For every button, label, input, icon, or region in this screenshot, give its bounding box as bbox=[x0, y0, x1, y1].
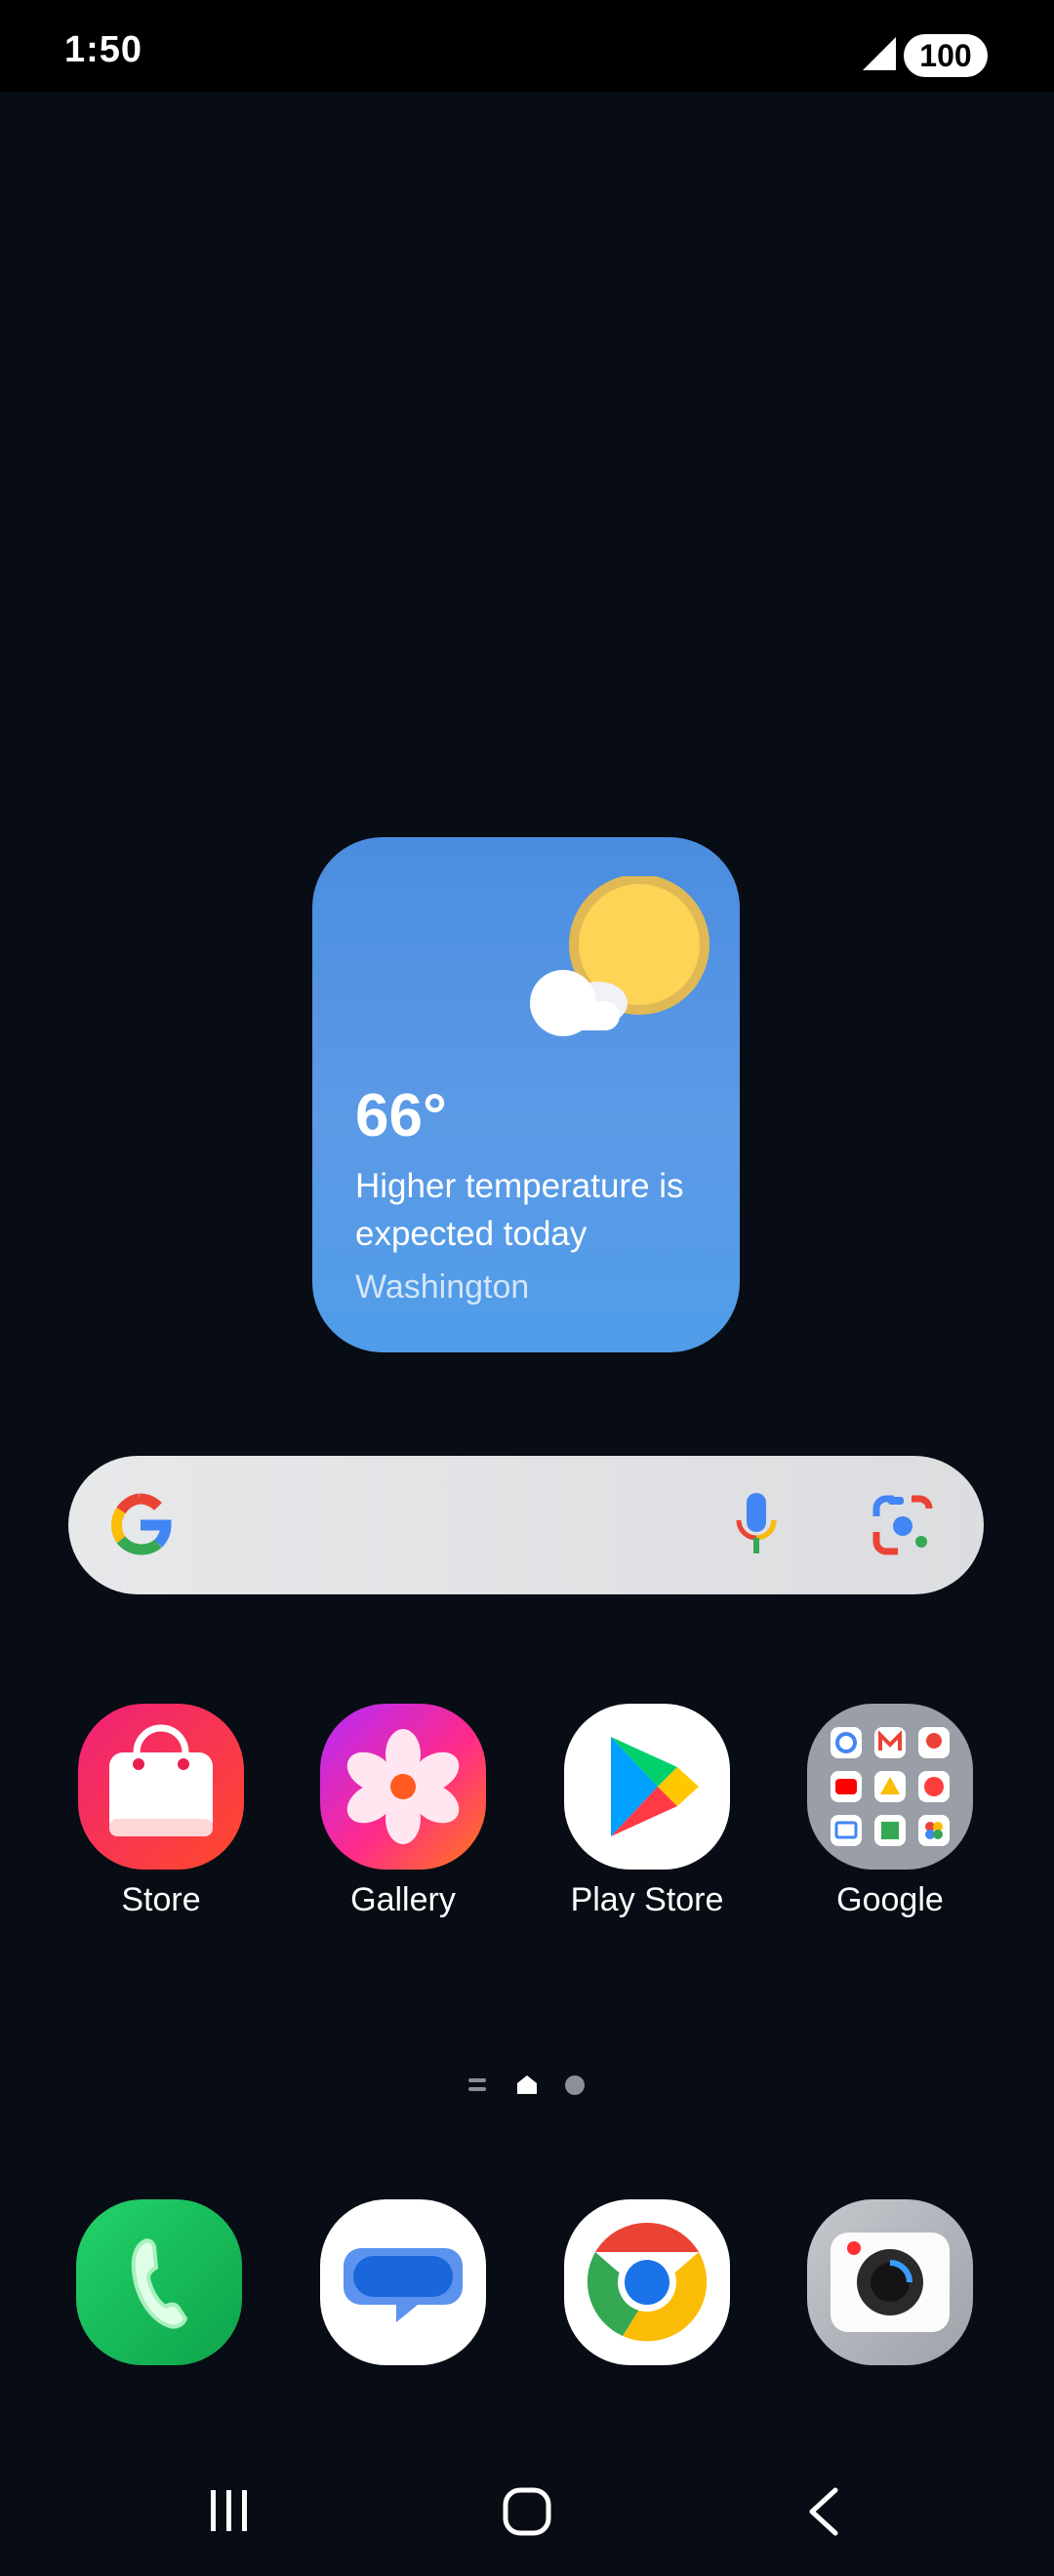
menu-page-icon[interactable] bbox=[468, 2078, 486, 2091]
chrome-icon bbox=[564, 2199, 730, 2365]
sun-cloud-icon bbox=[530, 876, 709, 1036]
play-store-icon bbox=[564, 1704, 730, 1870]
dock-chrome[interactable] bbox=[549, 2199, 745, 2365]
recents-button[interactable] bbox=[205, 2486, 254, 2535]
app-play-store[interactable]: Play Store bbox=[549, 1704, 745, 1919]
store-bag-icon bbox=[78, 1704, 244, 1870]
weather-widget[interactable]: 66° Higher temperature is expected today… bbox=[312, 837, 740, 1352]
dock-camera[interactable] bbox=[792, 2199, 988, 2365]
dock-messages[interactable] bbox=[305, 2199, 501, 2365]
signal-icon bbox=[863, 37, 896, 70]
weather-temperature: 66° bbox=[355, 1082, 447, 1149]
gallery-flower-icon bbox=[320, 1704, 486, 1870]
mic-icon[interactable] bbox=[735, 1491, 778, 1559]
lens-icon[interactable] bbox=[869, 1491, 937, 1559]
battery-icon: 100 bbox=[904, 34, 988, 77]
status-bar: 1:50 100 bbox=[0, 0, 1054, 92]
back-button[interactable] bbox=[800, 2484, 849, 2539]
google-logo-icon[interactable] bbox=[105, 1491, 174, 1559]
dock-phone[interactable] bbox=[61, 2199, 257, 2365]
app-label-gallery: Gallery bbox=[350, 1881, 456, 1918]
status-time: 1:50 bbox=[64, 29, 143, 70]
app-label-store: Store bbox=[121, 1881, 201, 1918]
page-indicator[interactable] bbox=[466, 2071, 588, 2100]
weather-description: Higher temperature is expected today bbox=[355, 1167, 684, 1253]
app-google-folder[interactable]: Google bbox=[792, 1704, 988, 1919]
app-label-play-store: Play Store bbox=[570, 1881, 724, 1918]
home-button[interactable] bbox=[502, 2486, 552, 2537]
app-label-google: Google bbox=[836, 1881, 944, 1918]
battery-level: 100 bbox=[919, 37, 972, 73]
google-folder-icon bbox=[807, 1704, 973, 1870]
phone-icon bbox=[76, 2199, 242, 2365]
home-page-icon[interactable] bbox=[517, 2075, 537, 2094]
app-store[interactable]: Store bbox=[63, 1704, 259, 1919]
camera-icon bbox=[807, 2199, 973, 2365]
navigation-bar bbox=[0, 2459, 1054, 2556]
app-gallery[interactable]: Gallery bbox=[305, 1704, 501, 1919]
messages-icon bbox=[320, 2199, 486, 2365]
page-dot-icon[interactable] bbox=[565, 2075, 585, 2095]
google-search-bar[interactable] bbox=[68, 1456, 984, 1594]
weather-city: Washington bbox=[355, 1268, 530, 1306]
